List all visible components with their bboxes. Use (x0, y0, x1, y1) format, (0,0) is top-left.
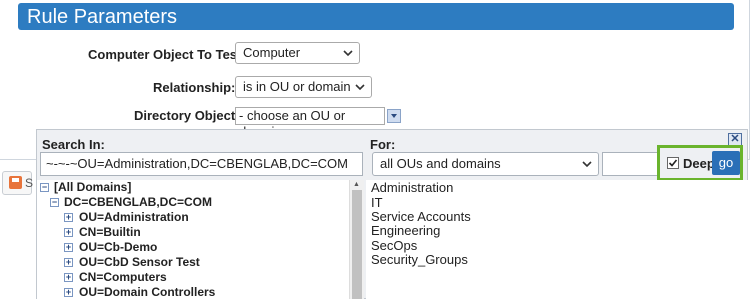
tree-item-label: [All Domains] (54, 180, 132, 194)
tree-item-label: OU=CbD Sensor Test (79, 255, 200, 269)
expand-icon[interactable]: + (64, 258, 73, 267)
tree-item-label: OU=Administration (79, 210, 189, 224)
computer-object-label: Computer Object To Test: (88, 47, 246, 62)
for-label: For: (370, 137, 396, 152)
expand-icon[interactable]: + (64, 213, 73, 222)
result-item[interactable]: Service Accounts (371, 209, 471, 224)
search-in-value: ~-~-~OU=Administration,DC=CBENGLAB,DC=CO… (46, 156, 348, 171)
result-item[interactable]: Administration (371, 180, 453, 195)
section-title: Rule Parameters (27, 6, 178, 28)
tree-item-label: CN=Computers (79, 270, 167, 284)
for-select[interactable]: all OUs and domains (372, 152, 599, 176)
chevron-down-icon (343, 50, 353, 57)
expand-icon[interactable]: + (64, 243, 73, 252)
scroll-up-icon[interactable]: ▲ (353, 181, 360, 188)
scrollbar-thumb[interactable] (352, 190, 362, 299)
for-text-input[interactable] (602, 152, 660, 176)
collapse-icon[interactable]: − (40, 183, 49, 192)
collapse-icon[interactable]: − (50, 198, 59, 207)
go-button[interactable]: go (712, 151, 740, 175)
deep-label: Deep (683, 156, 715, 171)
results-list: Administration IT Service Accounts Engin… (366, 180, 748, 299)
relationship-select[interactable]: is in OU or domain (235, 76, 372, 98)
tree-item-label: OU=Domain Controllers (79, 285, 216, 299)
directory-object-select[interactable]: - choose an OU or domain - (235, 107, 385, 139)
relationship-value: is in OU or domain (243, 79, 351, 94)
deep-go-highlight: Deep go (657, 145, 743, 181)
for-value: all OUs and domains (380, 156, 501, 171)
checkmark-icon (668, 159, 678, 167)
relationship-label: Relationship: (153, 80, 236, 95)
directory-dropdown-button[interactable] (387, 109, 401, 123)
chevron-down-icon (355, 84, 365, 91)
chevron-down-icon (582, 161, 592, 168)
tree-item-label: CN=Builtin (79, 225, 141, 239)
expand-icon[interactable]: + (64, 273, 73, 282)
save-icon (9, 176, 22, 189)
search-in-input[interactable]: ~-~-~OU=Administration,DC=CBENGLAB,DC=CO… (40, 152, 363, 176)
search-in-label: Search In: (42, 137, 105, 152)
section-header: Rule Parameters (18, 3, 734, 30)
tree-item-label: OU=Cb-Demo (79, 240, 158, 254)
result-item[interactable]: IT (371, 195, 383, 210)
save-button[interactable]: S (2, 171, 34, 195)
result-item[interactable]: Security_Groups (371, 252, 468, 267)
save-label: S (25, 176, 34, 190)
expand-icon[interactable]: + (64, 288, 73, 297)
domain-tree: − [All Domains] − DC=CBENGLAB,DC=COM + O… (37, 180, 349, 299)
tree-item-label: DC=CBENGLAB,DC=COM (64, 195, 213, 209)
result-item[interactable]: Engineering (371, 223, 440, 238)
expand-icon[interactable]: + (64, 228, 73, 237)
tree-scrollbar[interactable]: ▲ (349, 180, 364, 299)
computer-object-select[interactable]: Computer (235, 42, 360, 64)
result-item[interactable]: SecOps (371, 238, 417, 253)
computer-object-value: Computer (243, 45, 301, 60)
chevron-down-icon (391, 114, 397, 118)
directory-object-label: Directory Object: (134, 108, 240, 123)
deep-checkbox[interactable] (667, 157, 679, 169)
